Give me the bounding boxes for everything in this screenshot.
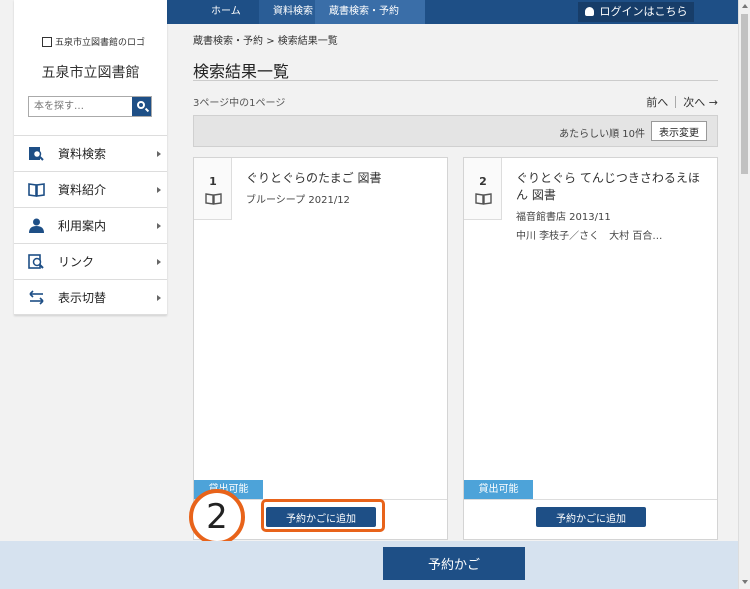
pager-separator bbox=[675, 96, 677, 108]
title-divider bbox=[193, 80, 718, 81]
breadcrumb-separator: > bbox=[266, 36, 275, 47]
swap-arrows-icon bbox=[29, 290, 44, 305]
availability-badge: 貸出可能 bbox=[464, 480, 533, 499]
sidebar-item-label: 表示切替 bbox=[58, 291, 107, 305]
page-info: 3ページ中の1ページ bbox=[193, 98, 286, 109]
login-button[interactable]: ログインはこちら bbox=[578, 2, 694, 22]
logo-image-icon bbox=[42, 37, 52, 47]
chevron-right-icon bbox=[157, 223, 161, 229]
result-card: 2 ぐりとぐら てんじつきさわるえほん 図書 福音館書店 2013/11 中川 … bbox=[463, 157, 718, 540]
search-book-icon bbox=[29, 147, 44, 161]
search-icon bbox=[137, 101, 145, 109]
page-title: 検索結果一覧 bbox=[193, 62, 290, 81]
book-icon bbox=[205, 193, 222, 205]
pager: 前へ 次へ → bbox=[646, 94, 718, 110]
sidebar-search bbox=[28, 96, 152, 117]
sort-bar: あたらしい順 10件 表示変更 bbox=[193, 115, 718, 147]
book-icon bbox=[475, 193, 492, 205]
logo-alt-text: 五泉市立図書館のロゴ bbox=[55, 38, 146, 48]
scroll-thumb[interactable] bbox=[741, 14, 748, 174]
result-publisher: 福音館書店 2013/11 bbox=[516, 212, 611, 223]
sidebar-item-label: 利用案内 bbox=[58, 219, 107, 233]
library-logo[interactable]: 五泉市立図書館のロゴ bbox=[42, 35, 145, 48]
add-to-cart-button[interactable]: 予約かごに追加 bbox=[536, 507, 646, 527]
sidebar: 五泉市立図書館のロゴ 五泉市立図書館 資料検索 資料紹介 利用案内 リンク bbox=[14, 0, 167, 315]
sidebar-item-label: 資料検索 bbox=[58, 147, 107, 161]
sidebar-item-usage-guide[interactable]: 利用案内 bbox=[14, 207, 167, 243]
chevron-right-icon bbox=[157, 187, 161, 193]
scrollbar[interactable] bbox=[738, 0, 750, 589]
bottom-bar: 予約かご bbox=[0, 541, 738, 589]
result-publisher: ブルーシープ 2021/12 bbox=[246, 195, 350, 206]
next-page-link[interactable]: 次へ → bbox=[683, 96, 718, 109]
prev-page-link[interactable]: 前へ bbox=[646, 96, 668, 109]
chevron-right-icon bbox=[157, 151, 161, 157]
nav-catalog-search[interactable]: 蔵書検索・予約 bbox=[315, 0, 425, 24]
search-button[interactable] bbox=[132, 97, 151, 116]
top-nav: ホーム 資料検索 蔵書検索・予約 ログインはこちら bbox=[167, 0, 738, 24]
search-input[interactable] bbox=[29, 97, 133, 116]
sidebar-item-material-search[interactable]: 資料検索 bbox=[14, 135, 167, 171]
sort-order-text: あたらしい順 10件 bbox=[559, 129, 645, 140]
result-number: 1 bbox=[209, 175, 217, 188]
chevron-right-icon bbox=[157, 259, 161, 265]
sidebar-item-display-toggle[interactable]: 表示切替 bbox=[14, 279, 167, 315]
user-icon bbox=[584, 7, 594, 16]
result-title[interactable]: ぐりとぐらのたまご 図書 bbox=[246, 170, 441, 187]
login-label: ログインはこちら bbox=[599, 5, 688, 18]
sidebar-item-label: 資料紹介 bbox=[58, 183, 107, 197]
sidebar-menu: 資料検索 資料紹介 利用案内 リンク 表示切替 bbox=[14, 135, 167, 315]
reservation-cart-button[interactable]: 予約かご bbox=[383, 547, 525, 580]
result-number: 2 bbox=[479, 175, 487, 188]
open-book-icon bbox=[28, 183, 45, 197]
change-display-button[interactable]: 表示変更 bbox=[651, 121, 707, 141]
sidebar-item-label: リンク bbox=[58, 255, 95, 269]
scroll-down-icon[interactable] bbox=[742, 580, 748, 584]
chevron-right-icon bbox=[157, 295, 161, 301]
result-author: 中川 李枝子／さく 大村 百合… bbox=[516, 231, 663, 242]
scroll-up-icon[interactable] bbox=[742, 4, 748, 8]
card-divider bbox=[464, 499, 717, 500]
link-search-icon bbox=[28, 254, 44, 269]
breadcrumb-parent[interactable]: 蔵書検索・予約 bbox=[193, 36, 263, 47]
result-number-box: 1 bbox=[194, 158, 232, 220]
highlight-frame bbox=[261, 499, 385, 532]
result-card: 1 ぐりとぐらのたまご 図書 ブルーシープ 2021/12 貸出可能 予約かごに… bbox=[193, 157, 448, 540]
sidebar-item-material-intro[interactable]: 資料紹介 bbox=[14, 171, 167, 207]
step-number-badge: 2 bbox=[189, 489, 245, 545]
sidebar-item-links[interactable]: リンク bbox=[14, 243, 167, 279]
person-icon bbox=[29, 218, 44, 233]
library-name: 五泉市立図書館 bbox=[41, 65, 140, 81]
result-title[interactable]: ぐりとぐら てんじつきさわるえほん 図書 bbox=[516, 170, 711, 204]
breadcrumb-current: 検索結果一覧 bbox=[277, 36, 338, 47]
result-number-box: 2 bbox=[464, 158, 502, 220]
breadcrumb: 蔵書検索・予約 > 検索結果一覧 bbox=[193, 32, 338, 47]
